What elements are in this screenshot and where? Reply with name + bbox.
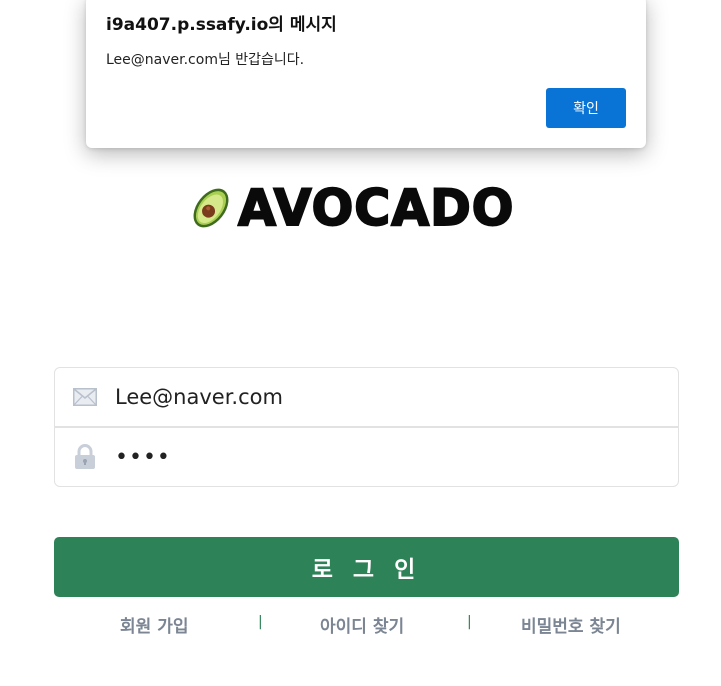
lock-icon — [55, 428, 115, 486]
alert-dialog: i9a407.p.ssafy.io의 메시지 Lee@naver.com님 반갑… — [86, 0, 646, 148]
signup-link[interactable]: 회원 가입 — [120, 612, 188, 637]
password-input[interactable] — [115, 428, 678, 486]
alert-title: i9a407.p.ssafy.io의 메시지 — [106, 15, 337, 35]
alert-ok-button[interactable]: 확인 — [546, 88, 626, 128]
separator: | — [467, 614, 472, 630]
avocado-logo: AVOCADO — [186, 179, 520, 237]
login-button[interactable]: 로 그 인 — [54, 537, 679, 597]
logo-text: AVOCADO — [237, 179, 515, 237]
avocado-icon — [193, 188, 229, 228]
envelope-icon — [55, 368, 115, 426]
find-password-link[interactable]: 비밀번호 찾기 — [521, 612, 621, 637]
alert-message: Lee@naver.com님 반갑습니다. — [106, 52, 305, 68]
email-field[interactable] — [54, 367, 679, 427]
separator: | — [258, 614, 263, 630]
find-id-link[interactable]: 아이디 찾기 — [320, 612, 404, 637]
auth-links: 회원 가입 | 아이디 찾기 | 비밀번호 찾기 — [0, 612, 721, 637]
password-field[interactable] — [54, 427, 679, 487]
email-input[interactable] — [115, 368, 678, 426]
